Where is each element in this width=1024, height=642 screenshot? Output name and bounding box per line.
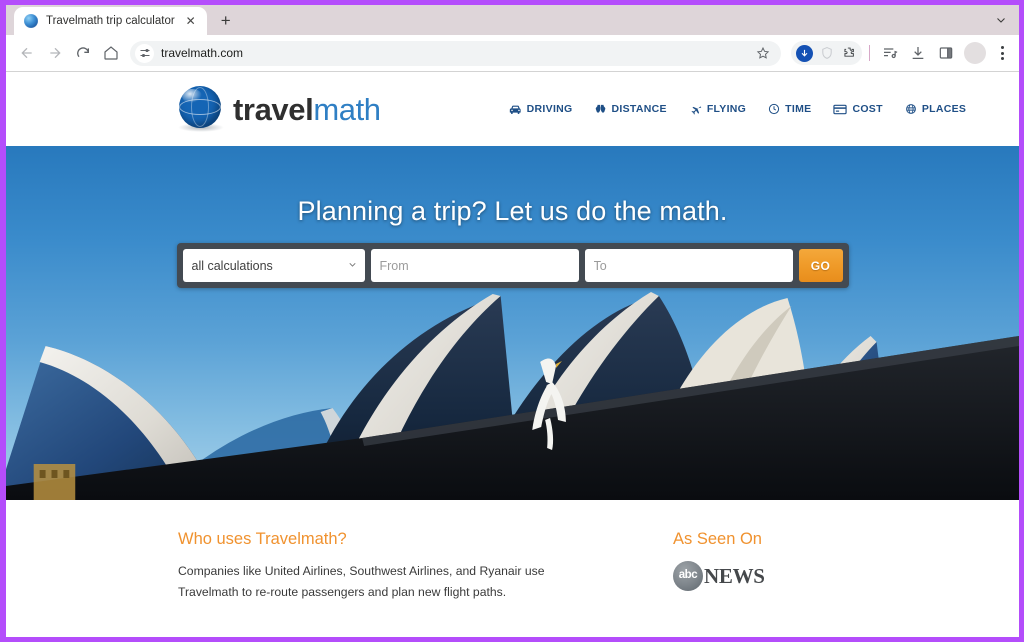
nav-item-places[interactable]: PLACES — [905, 103, 966, 115]
shield-icon[interactable] — [818, 45, 835, 62]
download-blue-icon[interactable] — [796, 44, 813, 62]
chevron-down-icon[interactable] — [987, 7, 1015, 33]
url-text: travelmath.com — [161, 46, 244, 60]
brand-wordmark: travelmath — [233, 94, 381, 125]
below-fold-content: Who uses Travelmath? Companies like Unit… — [6, 500, 1019, 617]
browser-tab[interactable]: Travelmath trip calculator ✕ — [14, 7, 207, 35]
nav-item-time[interactable]: TIME — [768, 103, 811, 115]
brand-word-travel: travel — [233, 91, 314, 127]
binoculars-icon — [595, 104, 607, 115]
nav-label: PLACES — [921, 103, 967, 115]
nav-label: FLYING — [706, 103, 747, 115]
close-icon[interactable]: ✕ — [183, 13, 199, 29]
kebab-menu-icon[interactable] — [991, 41, 1013, 65]
who-uses-heading: Who uses Travelmath? — [178, 530, 347, 548]
go-button[interactable]: GO — [798, 249, 843, 282]
nav-item-driving[interactable]: DRIVING — [509, 103, 573, 115]
clock-icon — [768, 103, 780, 115]
browser-toolbar: travelmath.com — [6, 35, 1019, 71]
site-navigation: DRIVING DISTANCE FLYING TIME COST PLACES — [509, 103, 967, 115]
from-input[interactable] — [370, 249, 579, 282]
screenshot-annotation-frame: Travelmath trip calculator ✕ + travelmat… — [0, 0, 1024, 642]
address-bar[interactable]: travelmath.com — [130, 40, 781, 66]
star-icon[interactable] — [751, 41, 775, 65]
abc-news-word: NEWS — [704, 563, 765, 588]
car-icon — [509, 104, 522, 115]
tab-title: Travelmath trip calculator — [46, 15, 175, 27]
calculation-type-wrap: all calculations — [182, 249, 365, 282]
hero-title: Planning a trip? Let us do the math. — [297, 196, 728, 226]
reload-icon[interactable] — [70, 40, 96, 66]
toolbar-divider — [869, 45, 870, 61]
credit-card-icon — [833, 104, 848, 115]
side-panel-icon[interactable] — [933, 40, 959, 66]
trip-search-form: all calculations GO — [176, 243, 849, 288]
site-logo[interactable]: travelmath — [178, 86, 381, 132]
to-input[interactable] — [584, 249, 793, 282]
globe-favicon — [24, 14, 38, 28]
tune-sliders-icon[interactable] — [135, 43, 154, 63]
abc-mark: abc — [678, 569, 698, 582]
as-seen-on-heading: As Seen On — [673, 530, 762, 548]
site-header: travelmath DRIVING DISTANCE FLYING TIME … — [6, 72, 1019, 146]
nav-item-distance[interactable]: DISTANCE — [595, 103, 667, 115]
downloads-tray-icon[interactable] — [905, 40, 931, 66]
globe-logo-icon — [178, 86, 224, 132]
brand-word-math: math — [313, 91, 381, 127]
home-icon[interactable] — [98, 40, 124, 66]
who-uses-body: Companies like United Airlines, Southwes… — [178, 564, 545, 599]
calculation-type-select[interactable]: all calculations — [182, 249, 365, 282]
reading-list-icon[interactable] — [877, 40, 903, 66]
abc-news-logo: abc NEWS — [673, 561, 765, 591]
nav-label: DISTANCE — [611, 103, 667, 115]
extension-pill-group — [791, 41, 862, 65]
nav-label: TIME — [785, 103, 812, 115]
new-tab-button[interactable]: + — [213, 8, 239, 34]
nav-label: COST — [852, 103, 883, 115]
page-content: travelmath DRIVING DISTANCE FLYING TIME … — [6, 72, 1019, 617]
globe-icon — [905, 103, 917, 115]
browser-window: Travelmath trip calculator ✕ + travelmat… — [6, 5, 1019, 637]
nav-label: DRIVING — [526, 103, 573, 115]
back-arrow-icon[interactable] — [14, 40, 40, 66]
content-column-right: As Seen On abc NEWS — [673, 530, 765, 617]
hero-banner: Planning a trip? Let us do the math. all… — [6, 146, 1019, 500]
abc-circle-icon: abc — [673, 561, 703, 591]
nav-item-cost[interactable]: COST — [833, 103, 883, 115]
airplane-icon — [689, 104, 702, 115]
forward-arrow-icon[interactable] — [42, 40, 68, 66]
avatar[interactable] — [964, 42, 986, 64]
tab-strip: Travelmath trip calculator ✕ + — [6, 5, 1019, 35]
nav-item-flying[interactable]: FLYING — [689, 103, 746, 115]
extensions-puzzle-icon[interactable] — [840, 45, 857, 62]
content-column-left: Who uses Travelmath? Companies like Unit… — [178, 530, 598, 617]
